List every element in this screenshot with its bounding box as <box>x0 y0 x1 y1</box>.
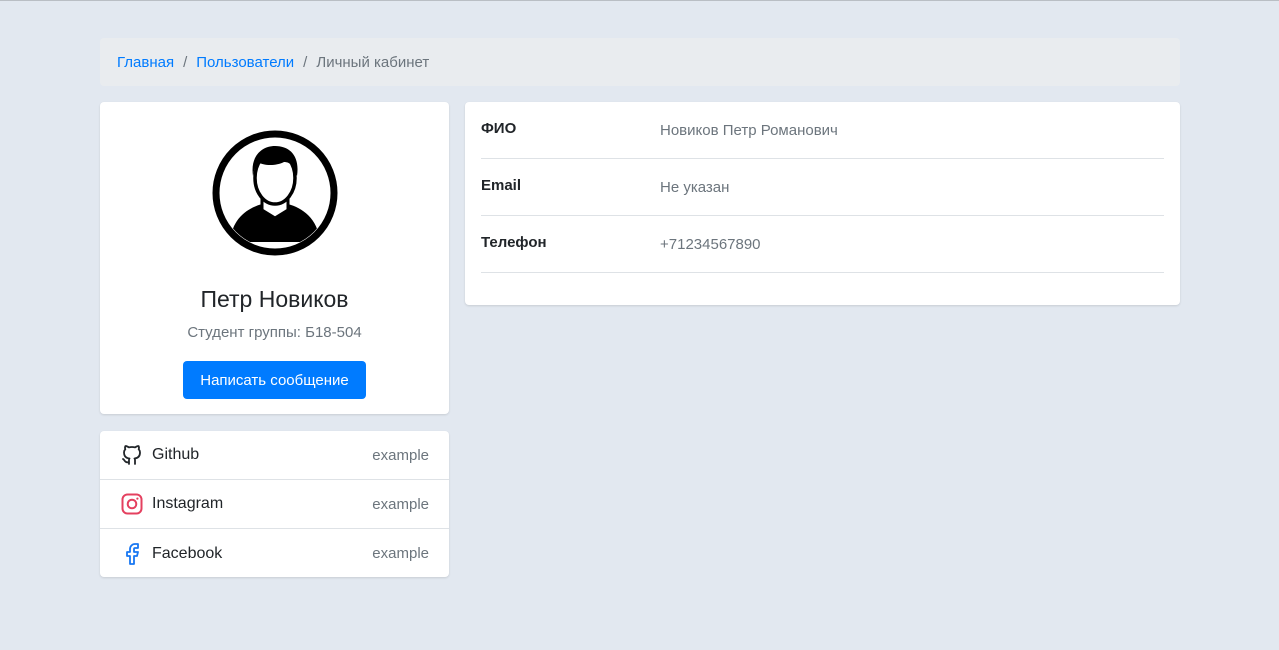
info-value: +71234567890 <box>660 235 761 253</box>
breadcrumb-separator: / <box>183 53 188 71</box>
info-label: Телефон <box>481 233 547 251</box>
social-value: example <box>372 545 429 562</box>
breadcrumb-link-home[interactable]: Главная <box>117 54 174 71</box>
profile-card: Петр Новиков Студент группы: Б18-504 Нап… <box>100 102 449 414</box>
profile-subtitle: Студент группы: Б18-504 <box>187 324 362 341</box>
info-value: Не указан <box>660 178 730 196</box>
info-label: Email <box>481 176 522 194</box>
social-name: Facebook <box>152 544 223 562</box>
user-avatar-icon <box>212 130 338 256</box>
send-message-button[interactable]: Написать сообщение <box>183 361 366 399</box>
breadcrumb-separator: / <box>303 53 308 71</box>
profile-name: Петр Новиков <box>200 286 349 312</box>
social-row-facebook[interactable]: Facebook example <box>100 529 449 578</box>
facebook-icon <box>126 542 139 565</box>
social-row-github[interactable]: Github example <box>100 431 449 480</box>
social-row-instagram[interactable]: Instagram example <box>100 480 449 529</box>
info-row-phone: Телефон +71234567890 <box>481 216 1164 273</box>
social-value: example <box>372 446 429 464</box>
instagram-icon <box>121 493 143 515</box>
github-icon <box>122 445 141 465</box>
social-name: Github <box>152 446 200 463</box>
breadcrumb-current: Личный кабинет <box>316 53 430 71</box>
info-row-fullname: ФИО Новиков Петр Романович <box>481 102 1164 159</box>
breadcrumb-link-users[interactable]: Пользователи <box>196 54 294 71</box>
breadcrumb: Главная / Пользователи / Личный кабинет <box>100 38 1180 86</box>
info-row-email: Email Не указан <box>481 159 1164 216</box>
info-value: Новиков Петр Романович <box>660 121 838 139</box>
user-info-card: ФИО Новиков Петр Романович Email Не указ… <box>465 102 1180 305</box>
social-name: Instagram <box>152 495 224 512</box>
info-label: ФИО <box>481 119 517 137</box>
social-links-card: Github example Instagram example Faceboo… <box>100 431 449 577</box>
social-value: example <box>372 495 429 513</box>
